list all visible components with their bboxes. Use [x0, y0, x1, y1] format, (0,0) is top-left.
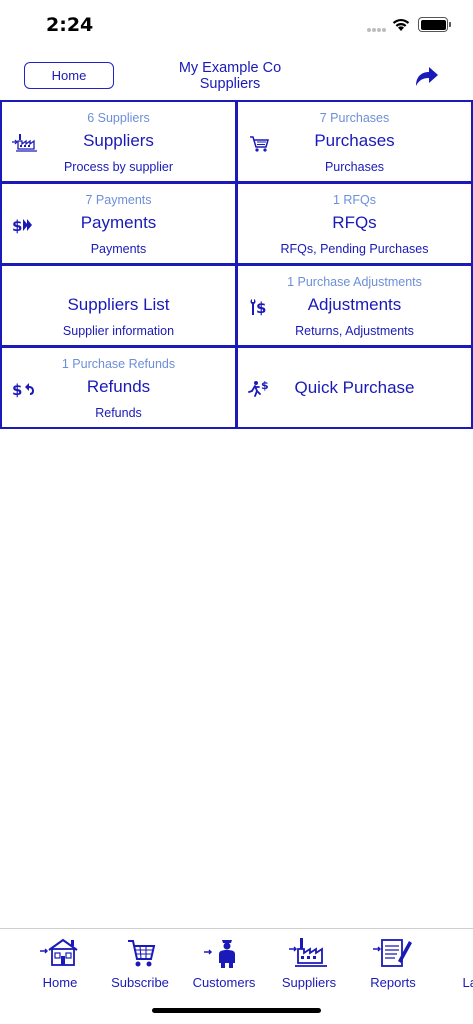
- tile-suppliers-list[interactable]: Suppliers List Supplier information: [0, 264, 237, 347]
- tile-title: Quick Purchase: [294, 378, 415, 397]
- tile-subtitle: Returns, Adjustments: [295, 324, 414, 338]
- home-indicator: [152, 1008, 321, 1013]
- tile-title: Adjustments: [307, 295, 402, 314]
- tile-purchases[interactable]: 7 Purchases Purchases Purchases: [236, 100, 473, 183]
- section-name: Suppliers: [199, 76, 261, 92]
- status-time: 2:24: [46, 14, 94, 36]
- report-icon: [373, 939, 412, 967]
- tile-title: Suppliers: [83, 131, 154, 150]
- battery-icon: [418, 17, 451, 32]
- tile-title: RFQs: [332, 213, 377, 232]
- tile-subtitle: Payments: [90, 242, 147, 256]
- tile-suppliers[interactable]: 6 Suppliers Suppliers Process by supplie…: [0, 100, 237, 183]
- tile-subtitle: Purchases: [324, 160, 385, 174]
- tile-count: 7 Payments: [85, 193, 152, 207]
- tile-payments[interactable]: 7 Payments $ Payments Payments: [0, 182, 237, 265]
- tile-rfqs[interactable]: 1 RFQs RFQs RFQs, Pending Purchases: [236, 182, 473, 265]
- nav-header: Home My Example Co Suppliers: [0, 52, 473, 100]
- tile-title: Refunds: [86, 377, 151, 396]
- tile-title: Payments: [80, 213, 157, 232]
- tab-subscribe[interactable]: Subscribe: [100, 935, 180, 993]
- tile-title: Suppliers List: [67, 295, 170, 314]
- cellular-signal-icon: [367, 27, 387, 33]
- tile-quick-purchase[interactable]: $ Quick Purchase: [236, 346, 473, 429]
- tile-count: 1 Purchase Adjustments: [287, 275, 422, 289]
- tile-subtitle: RFQs, Pending Purchases: [280, 242, 429, 256]
- cart-icon: [128, 940, 156, 967]
- tile-title: Purchases: [314, 131, 395, 150]
- tile-subtitle: Process by supplier: [63, 160, 174, 174]
- customer-icon: [204, 940, 235, 968]
- tile-count: 1 RFQs: [332, 193, 377, 207]
- tab-label: Laun: [462, 975, 473, 990]
- factory-icon: [289, 938, 327, 967]
- tab-suppliers[interactable]: Suppliers: [269, 935, 349, 993]
- tile-subtitle: Supplier information: [62, 324, 175, 338]
- tile-count: 6 Suppliers: [87, 111, 150, 125]
- tile-count: 7 Purchases: [319, 111, 390, 125]
- tab-customers[interactable]: Customers: [184, 935, 264, 993]
- home-button[interactable]: Home: [24, 62, 114, 89]
- tile-refunds[interactable]: 1 Purchase Refunds $ Refunds Refunds: [0, 346, 237, 429]
- tile-adjustments[interactable]: 1 Purchase Adjustments $ Adjustments Ret…: [236, 264, 473, 347]
- tab-launch[interactable]: Laun: [437, 935, 473, 993]
- share-arrow-icon[interactable]: [412, 64, 440, 88]
- launch-icon: [455, 935, 473, 969]
- status-bar: 2:24: [0, 0, 473, 52]
- tab-home[interactable]: Home: [20, 935, 100, 993]
- company-name: My Example Co: [178, 60, 282, 76]
- tile-subtitle: Refunds: [95, 406, 142, 420]
- tile-count: 1 Purchase Refunds: [61, 357, 176, 371]
- tab-reports[interactable]: Reports: [353, 935, 433, 993]
- house-icon: [40, 938, 78, 966]
- menu-tile-grid: 6 Suppliers Suppliers Process by supplie…: [0, 100, 473, 430]
- page-title: My Example Co Suppliers: [130, 60, 330, 92]
- wifi-icon: [392, 18, 410, 31]
